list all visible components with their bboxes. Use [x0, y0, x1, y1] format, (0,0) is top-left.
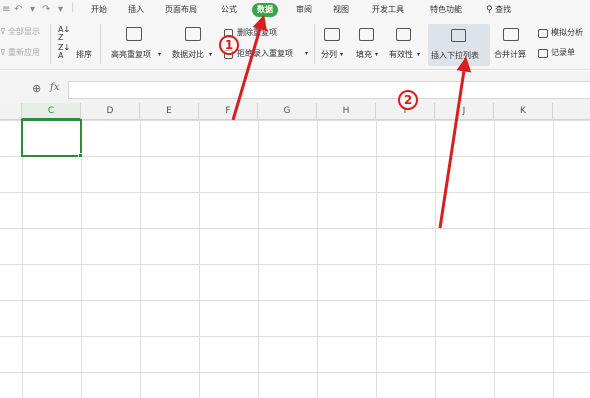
arrow-to-insert-dropdown [438, 56, 472, 229]
annotation-arrows [231, 14, 472, 229]
arrow-to-data-tab [231, 14, 268, 121]
step-1-badge: 1 [219, 35, 239, 55]
step-2-badge: 2 [398, 90, 418, 110]
